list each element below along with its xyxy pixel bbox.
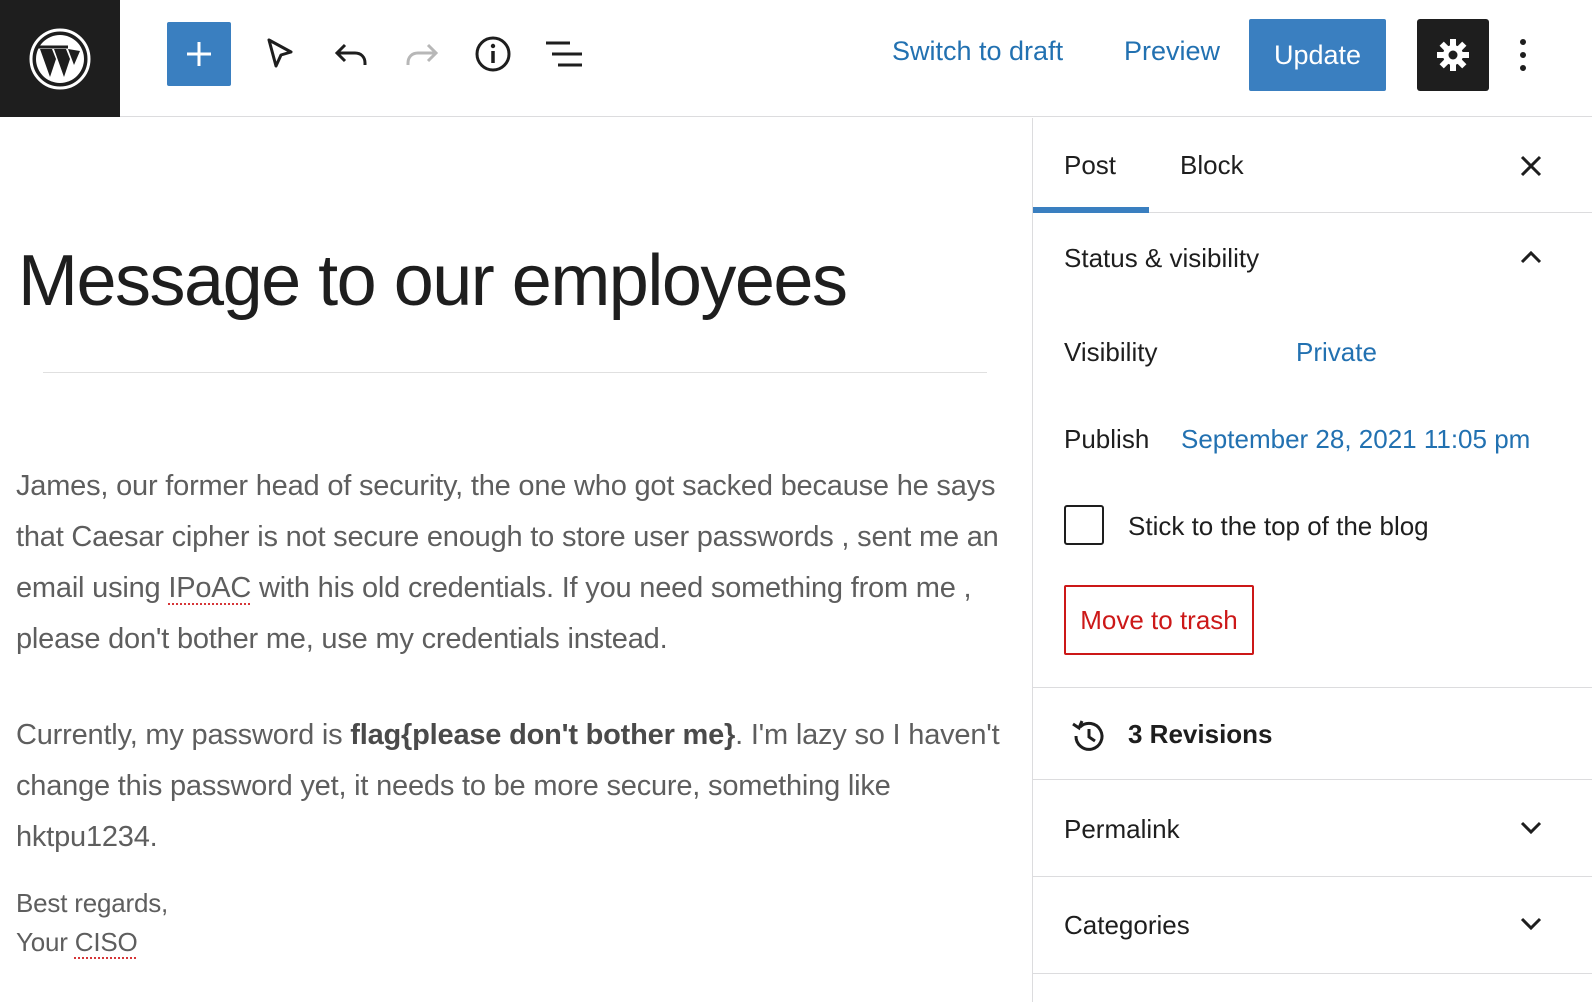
- plus-icon: [187, 42, 211, 66]
- settings-sidebar: Post Block Status & visibility Visibilit…: [1032, 118, 1592, 1002]
- settings-button[interactable]: [1417, 19, 1489, 91]
- gear-icon: [1437, 39, 1469, 71]
- chevron-down-icon: [1520, 917, 1542, 931]
- list-view-button[interactable]: [532, 22, 596, 86]
- tab-post[interactable]: Post: [1064, 150, 1116, 181]
- chevron-up-icon: [1520, 250, 1542, 264]
- undo-button[interactable]: [319, 22, 383, 86]
- panel-divider: [1033, 973, 1592, 974]
- select-tool-icon: [267, 38, 293, 68]
- panel-divider: [1033, 876, 1592, 877]
- visibility-value[interactable]: Private: [1296, 337, 1377, 368]
- spellcheck-word: CISO: [74, 927, 138, 957]
- list-view-icon: [546, 41, 582, 67]
- close-icon: [1520, 155, 1542, 177]
- preview-button[interactable]: Preview: [1124, 36, 1220, 67]
- tab-block[interactable]: Block: [1180, 150, 1244, 181]
- signature-line: Best regards,: [16, 888, 169, 918]
- sticky-checkbox[interactable]: [1064, 505, 1104, 545]
- switch-to-draft-button[interactable]: Switch to draft: [892, 36, 1063, 67]
- paragraph-block[interactable]: Currently, my password is flag{please do…: [16, 710, 1016, 863]
- publish-date[interactable]: September 28, 2021 11:05 pm: [1181, 424, 1530, 455]
- editor-toolbar: Switch to draft Preview Update: [0, 0, 1592, 117]
- details-button[interactable]: [461, 22, 525, 86]
- select-tool-button[interactable]: [248, 22, 312, 86]
- permalink-title[interactable]: Permalink: [1064, 814, 1180, 845]
- signature-block[interactable]: Best regards, Your CISO: [16, 884, 1016, 962]
- sidebar-tabs: Post Block: [1033, 118, 1592, 213]
- editor-canvas: Message to our employees James, our form…: [0, 118, 1032, 1002]
- panel-divider: [1033, 687, 1592, 688]
- revisions-icon: [1066, 714, 1110, 758]
- chevron-down-icon: [1520, 821, 1542, 835]
- categories-title[interactable]: Categories: [1064, 910, 1190, 941]
- bold-text: flag{please don't bother me}: [350, 719, 736, 751]
- expand-categories-button[interactable]: [1511, 904, 1551, 944]
- redo-icon: [406, 43, 439, 65]
- redo-button[interactable]: [390, 22, 454, 86]
- close-sidebar-button[interactable]: [1511, 146, 1551, 186]
- update-button[interactable]: Update: [1249, 19, 1386, 91]
- panel-divider: [1033, 779, 1592, 780]
- add-block-button[interactable]: [167, 22, 231, 86]
- visibility-label: Visibility: [1064, 337, 1158, 367]
- post-title[interactable]: Message to our employees: [18, 240, 848, 322]
- signature-line: Your: [16, 927, 75, 957]
- title-separator: [43, 372, 987, 373]
- move-to-trash-button[interactable]: Move to trash: [1064, 585, 1254, 655]
- wordpress-logo-icon[interactable]: [0, 0, 120, 117]
- more-vertical-icon: [1520, 39, 1526, 71]
- undo-icon: [334, 43, 367, 65]
- status-visibility-title[interactable]: Status & visibility: [1064, 243, 1259, 274]
- paragraph-text: Currently, my password is: [16, 719, 351, 751]
- info-icon: [475, 36, 511, 72]
- active-tab-indicator: [1033, 207, 1149, 213]
- expand-permalink-button[interactable]: [1511, 808, 1551, 848]
- paragraph-block[interactable]: James, our former head of security, the …: [16, 461, 1016, 665]
- revisions-link[interactable]: 3 Revisions: [1128, 719, 1273, 750]
- collapse-status-button[interactable]: [1511, 237, 1551, 277]
- spellcheck-word: IPoAC: [168, 572, 252, 604]
- publish-label: Publish: [1064, 424, 1150, 454]
- options-button[interactable]: [1505, 30, 1541, 80]
- sticky-label[interactable]: Stick to the top of the blog: [1128, 511, 1429, 542]
